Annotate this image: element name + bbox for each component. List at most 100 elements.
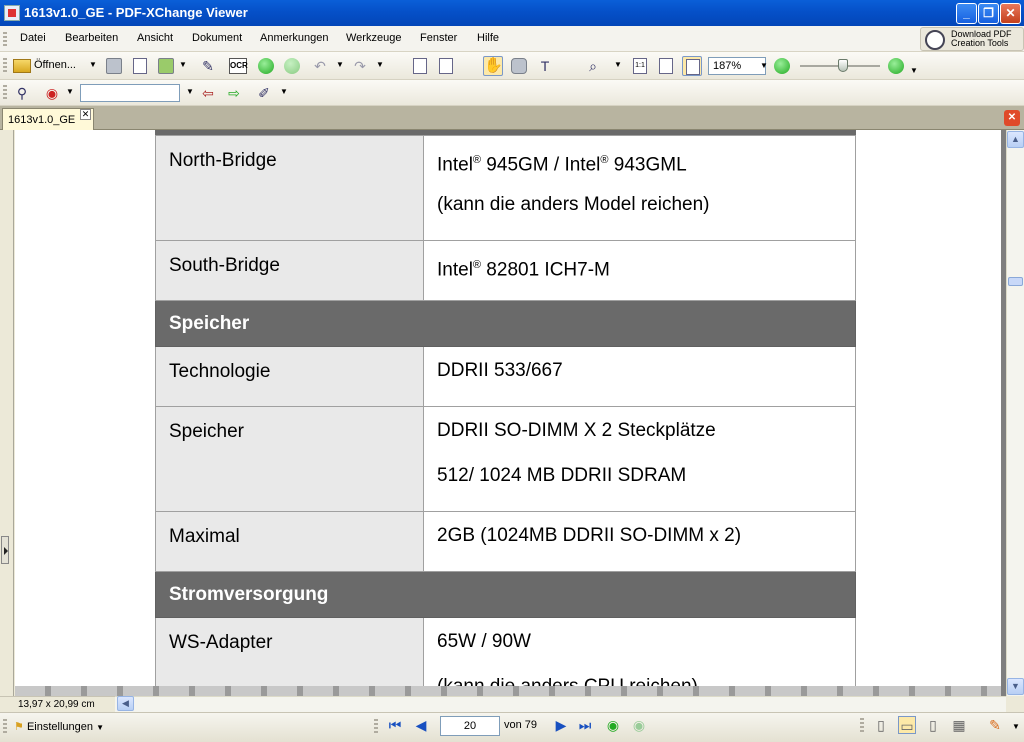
email-dropdown-arrow[interactable]: ▼ [179,60,187,69]
menu-grip[interactable] [3,32,7,46]
expand-panel-handle[interactable] [1,536,9,564]
last-page-icon[interactable]: ⏭ [576,716,594,734]
settings-dropdown-arrow: ▼ [96,723,104,732]
section-header-row: Stromversorgung [155,571,856,618]
toolbar-grip[interactable] [3,58,7,74]
spec-value-line: 2GB (1024MB DDRII SO-DIMM x 2) [437,525,742,546]
scroll-down-icon[interactable]: ▼ [1007,678,1024,695]
spec-value-line: 65W / 90W [437,631,531,652]
fit-page-icon[interactable] [656,56,676,76]
undo-dropdown-arrow[interactable]: ▼ [336,60,344,69]
redo-dropdown-arrow[interactable]: ▼ [376,60,384,69]
zoom-slider-thumb[interactable] [838,59,848,72]
globe-cursor-icon [925,30,945,50]
zoom-in-icon[interactable] [886,56,906,76]
history-back-icon[interactable]: ◉ [604,716,622,734]
search-dropdown-arrow[interactable]: ▼ [186,87,194,96]
document-tab[interactable]: 1613v1.0_GE ✕ [2,108,94,130]
spec-value-line: (kann die anders Model reichen) [437,194,710,215]
statusbar-grip[interactable] [860,718,864,734]
redo-icon[interactable]: ↷ [350,56,370,76]
zoom-dropdown-arrow[interactable]: ▼ [760,61,768,70]
document-viewport[interactable]: North-Bridge Intel® 945GM / Intel® 943GML… [15,130,1006,696]
continuous-page-icon[interactable]: ▭ [898,716,916,734]
zoom-tool-dropdown-arrow[interactable]: ▼ [614,60,622,69]
tab-close-icon[interactable]: ✕ [80,109,91,120]
minimize-button[interactable]: _ [956,3,977,24]
ocr-icon[interactable]: OCR [228,56,248,76]
find-next-icon[interactable]: ⇨ [224,83,244,103]
back-icon[interactable] [256,56,276,76]
zoom-out-icon[interactable] [772,56,792,76]
search-web-icon[interactable]: ◉ [42,83,62,103]
snapshot-icon[interactable] [509,56,529,76]
scan-icon[interactable]: ✎ [198,56,218,76]
section-title: Stromversorgung [155,571,856,618]
undo-icon[interactable]: ↶ [310,56,330,76]
settings-button[interactable]: ⚑ Einstellungen ▼ [14,720,104,733]
close-button[interactable]: ✕ [1000,3,1021,24]
continuous-facing-icon[interactable]: ▦ [950,716,968,734]
print-icon[interactable] [130,56,150,76]
spec-key: South-Bridge [155,240,424,301]
open-dropdown-arrow[interactable]: ▼ [89,60,97,69]
current-page-input[interactable]: 20 [440,716,500,736]
history-forward-icon[interactable]: ◉ [630,716,648,734]
download-creation-tools-button[interactable]: Download PDF Creation Tools [920,27,1024,51]
maximize-button[interactable]: ❐ [978,3,999,24]
close-document-icon[interactable]: ✕ [1004,110,1020,126]
find-previous-icon[interactable]: ⇦ [198,83,218,103]
spec-key: Speicher [155,406,424,512]
open-button-label[interactable]: Öffnen... [34,59,76,71]
spec-table: North-Bridge Intel® 945GM / Intel® 943GML… [155,135,856,696]
scroll-left-icon[interactable]: ◀ [117,696,134,711]
hand-tool-icon[interactable]: ✋ [483,56,503,76]
single-page-icon[interactable]: ▯ [872,716,890,734]
promo-line-2: Creation Tools [951,38,1009,48]
settings-label: Einstellungen [26,721,93,733]
toolbar-overflow-arrow[interactable]: ▼ [910,66,918,75]
menu-ansicht[interactable]: Ansicht [137,32,173,44]
scroll-up-icon[interactable]: ▲ [1007,131,1024,148]
search-input[interactable] [80,84,180,102]
statusbar-grip[interactable] [3,719,7,735]
menu-hilfe[interactable]: Hilfe [477,32,499,44]
spec-value-line: Intel® 945GM / Intel® 943GML [437,154,687,176]
layout-options-icon[interactable]: ✎ [986,716,1004,734]
app-icon [4,5,20,21]
menu-werkzeuge[interactable]: Werkzeuge [346,32,401,44]
horizontal-scrollbar[interactable]: ◀ [115,696,1006,712]
actual-size-icon[interactable]: 1:1 [630,56,650,76]
text-select-icon[interactable]: T [535,56,555,76]
email-icon[interactable] [156,56,176,76]
previous-page-icon[interactable]: ◀ [412,716,430,734]
menu-datei[interactable]: Datei [20,32,46,44]
menu-dokument[interactable]: Dokument [192,32,242,44]
vertical-scroll-thumb[interactable] [1008,277,1023,286]
menu-bearbeiten[interactable]: Bearbeiten [65,32,118,44]
menu-fenster[interactable]: Fenster [420,32,457,44]
first-page-icon[interactable]: ⏮ [386,716,404,734]
vertical-scrollbar[interactable]: ▲ ▼ [1006,130,1024,696]
statusbar-grip[interactable] [374,719,378,735]
forward-icon[interactable] [282,56,302,76]
find-icon[interactable]: ⚲ [12,83,32,103]
facing-pages-icon[interactable]: ▯ [924,716,942,734]
save-icon[interactable] [104,56,124,76]
rotate-left-icon[interactable] [410,56,430,76]
spec-value: Intel® 945GM / Intel® 943GML (kann die an… [423,135,856,241]
menu-anmerkungen[interactable]: Anmerkungen [260,32,329,44]
highlight-dropdown-arrow[interactable]: ▼ [280,87,288,96]
search-web-dropdown-arrow[interactable]: ▼ [66,87,74,96]
spec-value-line: DDRII SO-DIMM X 2 Steckplätze [437,420,716,441]
rotate-right-icon[interactable] [436,56,456,76]
layout-dropdown-arrow[interactable]: ▼ [1012,722,1020,731]
next-page-icon[interactable]: ▶ [552,716,570,734]
zoom-level-input[interactable]: 187% [708,57,766,75]
highlight-icon[interactable]: ✐ [254,83,274,103]
open-folder-icon[interactable] [12,56,32,76]
table-row: Technologie DDRII 533/667 [155,346,856,407]
toolbar-grip[interactable] [3,85,7,101]
zoom-in-tool-icon[interactable]: ⌕ [583,56,603,76]
fit-width-icon[interactable] [682,56,702,76]
